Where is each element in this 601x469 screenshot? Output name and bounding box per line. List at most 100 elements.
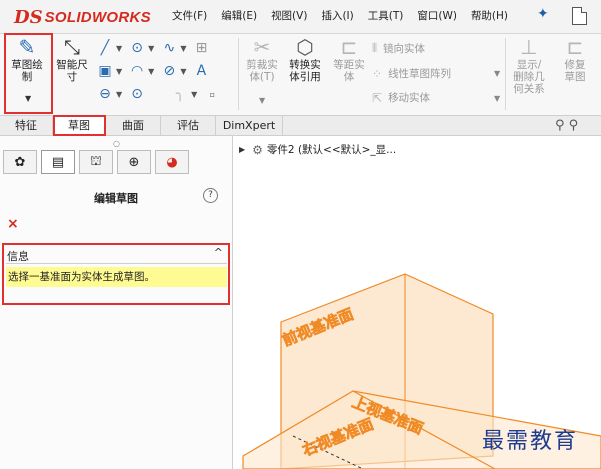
move-icon: ⇱ [372,90,383,105]
pattern-icon: ⁘ [372,66,383,81]
arc-icon[interactable]: ◠ [129,63,145,79]
info-header[interactable]: 信息 ^ [6,246,227,264]
ribbon-divider [238,38,239,110]
smart-dimension-label: 智能尺寸 [56,59,88,83]
chevron-down-icon[interactable]: ▼ [25,94,31,103]
line-icon[interactable]: ╱ [97,40,113,56]
close-icon[interactable]: × [7,216,19,232]
pattern-label: 线性草图阵列 [388,68,452,80]
command-manager-ribbon: ✎ 草图绘制 ▼ ⤡ 智能尺寸 ╱ ▼ ⊙ ▼ ∿ ▼ ⊞ ▣ ▼ ◠ ▼ ⊘ ▼ A ⊖ ▼… [0,34,601,116]
ribbon-divider [505,38,506,110]
menu-bar: 文件(F) 编辑(E) 视图(V) 插入(I) 工具(T) 窗口(W) 帮助(H… [172,8,522,23]
repair-label: 修复草图 [564,59,586,83]
menu-edit[interactable]: 编辑(E) [221,8,257,23]
new-document-icon[interactable] [572,7,587,25]
sketch-icon: ✎ [18,35,36,59]
tab-dimxpert[interactable]: DimXpert [216,116,283,135]
move-label: 移动实体 [388,92,431,104]
spline-icon[interactable]: ∿ [161,40,177,56]
tab-surfaces[interactable]: 曲面 [106,116,161,135]
dimxpert-icon[interactable]: ⊕ [117,150,151,174]
info-message: 选择一基准面为实体生成草图。 [6,267,227,287]
chevron-down-icon[interactable]: ▼ [116,90,122,99]
offset-entities-button[interactable]: ⊏ 等距实体 [329,34,369,83]
watermark: 最需教育 [482,429,579,454]
menu-file[interactable]: 文件(F) [172,8,207,23]
tab-sketch[interactable]: 草图 [53,116,106,135]
repair-icon: ⊏ [566,35,584,59]
polygon-icon[interactable]: ⊙ [129,86,145,102]
offset-label: 等距实体 [333,59,365,83]
zoom-icon[interactable]: ⚲ ⚲ [555,118,578,133]
chevron-down-icon[interactable]: ▼ [494,94,500,103]
chevron-down-icon[interactable]: ▼ [259,96,265,105]
title-bar: DS SOLIDWORKS 文件(F) 编辑(E) 视图(V) 插入(I) 工具… [0,0,601,34]
display-manager-icon[interactable]: ◕ [155,150,189,174]
graphics-area[interactable]: ▶ ⚙ 零件2 (默认<<默认>_显... 前视基准面 上视基准面 右视基准面 [233,136,601,469]
sketch-button[interactable]: ✎ 草图绘制 [6,34,48,83]
menu-tools[interactable]: 工具(T) [368,8,404,23]
menu-view[interactable]: 视图(V) [271,8,307,23]
convert-entities-button[interactable]: ⬡ 转换实体引用 [285,34,325,83]
solidworks-logo: DS SOLIDWORKS [14,6,151,28]
trim-label: 剪裁实体(T) [246,59,278,83]
menu-help[interactable]: 帮助(H) [471,8,508,23]
fillet-icon[interactable]: ╮ [172,86,188,102]
logo-prefix: DS [14,6,43,28]
mirror-label: 镜向实体 [383,43,426,55]
chevron-down-icon[interactable]: ▼ [116,44,122,53]
rectangle-icon[interactable]: ▣ [97,63,113,79]
chevron-down-icon[interactable]: ▼ [148,44,154,53]
info-title: 信息 [7,250,29,263]
configuration-icon[interactable]: ⛫ [79,150,113,174]
chevron-down-icon[interactable]: ▼ [180,44,186,53]
help-icon[interactable]: ? [203,188,218,203]
trim-entities-button[interactable]: ✂ 剪裁实体(T) [242,34,282,83]
sketch-tools-row-3: ⊖ ▼ ⊙ ╮ ▼ ▫ [97,83,223,105]
chevron-down-icon[interactable]: ▼ [191,90,197,99]
move-entities-button[interactable]: ⇱ 移动实体 [372,90,430,105]
sketch-tools-row-1: ╱ ▼ ⊙ ▼ ∿ ▼ ⊞ [97,37,212,59]
menu-window[interactable]: 窗口(W) [417,8,457,23]
property-manager-title: 编辑草图 [94,192,138,205]
offset-icon: ⊏ [340,35,358,59]
linear-pattern-button[interactable]: ⁘ 线性草图阵列 [372,66,451,81]
show-relations-button[interactable]: ⊥ 显示/删除几何关系 [508,34,550,95]
command-tabs: 特征 草图 曲面 评估 DimXpert [0,116,601,136]
convert-icon: ⬡ [296,35,314,59]
panel-grip[interactable]: ○ [113,139,120,148]
tab-evaluate[interactable]: 评估 [161,116,216,135]
chevron-down-icon[interactable]: ▼ [494,69,500,78]
slot-icon[interactable]: ⊖ [97,86,113,102]
text-icon[interactable]: A [193,63,209,79]
menu-insert[interactable]: 插入(I) [321,8,353,23]
show-relations-label: 显示/删除几何关系 [513,59,545,95]
tab-features[interactable]: 特征 [0,116,53,135]
trim-icon: ✂ [253,35,271,59]
panel-tab-bar: ✿ ▤ ⛫ ⊕ ◕ [3,150,193,174]
pin-icon[interactable]: ✦ [537,6,549,22]
mirror-entities-button[interactable]: ⫴ 镜向实体 [372,41,425,56]
grid-icon[interactable]: ⊞ [193,40,209,56]
relations-icon: ⊥ [520,35,538,59]
property-manager-panel: ○ ✿ ▤ ⛫ ⊕ ◕ 编辑草图 ? × 信息 ^ 选择一基准面为实体生成草图。 [0,136,233,469]
repair-sketch-button[interactable]: ⊏ 修复草图 [553,34,597,83]
point-icon[interactable]: ▫ [204,90,220,99]
logo-name: SOLIDWORKS [44,8,151,26]
reference-planes: 前视基准面 上视基准面 右视基准面 [242,273,601,469]
chevron-down-icon[interactable]: ▼ [116,67,122,76]
ellipse-icon[interactable]: ⊘ [161,63,177,79]
convert-label: 转换实体引用 [289,59,321,83]
smart-dimension-button[interactable]: ⤡ 智能尺寸 [52,34,92,83]
chevron-down-icon[interactable]: ▼ [180,67,186,76]
property-manager-icon[interactable]: ▤ [41,150,75,174]
mirror-icon: ⫴ [372,41,378,55]
circle-icon[interactable]: ⊙ [129,40,145,56]
chevron-down-icon[interactable]: ▼ [148,67,154,76]
sketch-button-label: 草图绘制 [11,59,43,83]
info-section: 信息 ^ 选择一基准面为实体生成草图。 [6,246,227,300]
chevron-up-icon[interactable]: ^ [214,246,223,259]
smart-dimension-icon: ⤡ [64,35,80,59]
sketch-tools-row-2: ▣ ▼ ◠ ▼ ⊘ ▼ A [97,60,212,82]
feature-tree-icon[interactable]: ✿ [3,150,37,174]
